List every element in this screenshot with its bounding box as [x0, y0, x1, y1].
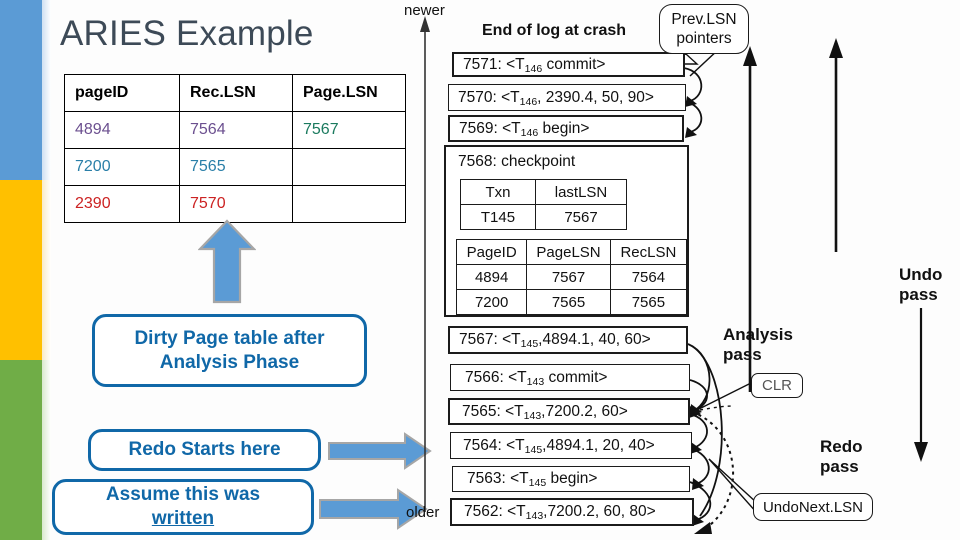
- label-line-1: Analysis: [723, 325, 793, 344]
- log-record-7563: 7563: <T145 begin>: [452, 466, 690, 492]
- end-of-log-label: End of log at crash: [482, 22, 627, 39]
- log-record-7567: 7567: <T145,4894.1, 40, 60>: [448, 326, 688, 354]
- label-line-1: Redo: [820, 437, 863, 456]
- label-line-2: pass: [820, 457, 859, 476]
- bubble-line-1: Prev.LSN: [671, 11, 737, 28]
- axis-label-newer: newer: [404, 2, 445, 19]
- checkpoint-txn-table: Txn lastLSN T145 7567: [460, 179, 627, 230]
- cell-lastlsn: 7567: [535, 204, 627, 230]
- log-record-7568-checkpoint: 7568: checkpoint Txn lastLSN T145 7567 P…: [444, 145, 689, 317]
- checkpoint-page-table: PageID PageLSN RecLSN 4894 7567 7564 720…: [455, 239, 688, 315]
- slide-canvas: ARIES Example pageID Rec.LSN Page.LSN 48…: [0, 0, 960, 540]
- cell-pagelsn: 7567: [526, 264, 611, 290]
- label-line-2: pass: [723, 345, 762, 364]
- checkpoint-title: 7568: checkpoint: [458, 153, 576, 170]
- label-analysis-pass: Analysis pass: [723, 325, 793, 365]
- table-header-row: PageID PageLSN RecLSN: [455, 239, 688, 265]
- log-record-text: 7565: <T143,7200.2, 60>: [462, 402, 628, 422]
- table-row: 7200 7565 7565: [455, 289, 688, 315]
- column-header-reclsn: RecLSN: [609, 239, 688, 265]
- log-record-text: 7563: <T145 begin>: [467, 470, 598, 489]
- cell-pageid: 7200: [455, 289, 528, 315]
- label-redo-pass: Redo pass: [820, 437, 863, 477]
- log-record-7570: 7570: <T146, 2390.4, 50, 90>: [448, 84, 686, 111]
- axis-label-older: older: [406, 504, 440, 521]
- log-record-text: 7570: <T146, 2390.4, 50, 90>: [458, 88, 654, 108]
- bubble-line-2: pointers: [676, 30, 732, 47]
- cell-txn: T145: [460, 204, 536, 230]
- column-header-txn: Txn: [460, 179, 536, 205]
- log-record-text: 7564: <T145,4894.1, 20, 40>: [463, 436, 655, 456]
- column-header-pagelsn: PageLSN: [526, 239, 611, 265]
- column-header-pageid: PageID: [455, 239, 528, 265]
- column-header-lastlsn: lastLSN: [535, 179, 627, 205]
- cell-pageid: 4894: [455, 264, 528, 290]
- table-row: T145 7567: [460, 204, 627, 230]
- log-record-text: 7567: <T145,4894.1, 40, 60>: [459, 331, 651, 350]
- log-record-7564: 7564: <T145,4894.1, 20, 40>: [450, 432, 692, 459]
- bubble-prevlsn-pointers: Prev.LSN pointers: [659, 4, 749, 54]
- label-undo-pass: Undo pass: [899, 265, 942, 305]
- table-row: 4894 7567 7564: [455, 264, 688, 290]
- cell-pagelsn: 7565: [526, 289, 611, 315]
- log-record-7569: 7569: <T146 begin>: [448, 115, 684, 142]
- log-record-text: 7562: <T143,7200.2, 60, 80>: [464, 503, 656, 522]
- log-record-text: 7566: <T143 commit>: [465, 368, 608, 388]
- label-line-1: Undo: [899, 265, 943, 284]
- bubble-undonextlsn: UndoNext.LSN: [753, 493, 873, 521]
- table-header-row: Txn lastLSN: [460, 179, 627, 205]
- log-record-text: 7569: <T146 begin>: [459, 119, 590, 139]
- log-record-7571: 7571: <T146 commit>: [452, 52, 685, 77]
- log-record-7565: 7565: <T143,7200.2, 60>: [448, 398, 690, 425]
- log-record-7566: 7566: <T143 commit>: [450, 364, 690, 391]
- cell-reclsn: 7564: [609, 264, 688, 290]
- label-line-2: pass: [899, 285, 938, 304]
- cell-reclsn: 7565: [609, 289, 688, 315]
- bubble-clr: CLR: [751, 373, 803, 398]
- log-record-7562: 7562: <T143,7200.2, 60, 80>: [450, 498, 694, 526]
- log-record-text: 7571: <T146 commit>: [463, 55, 606, 75]
